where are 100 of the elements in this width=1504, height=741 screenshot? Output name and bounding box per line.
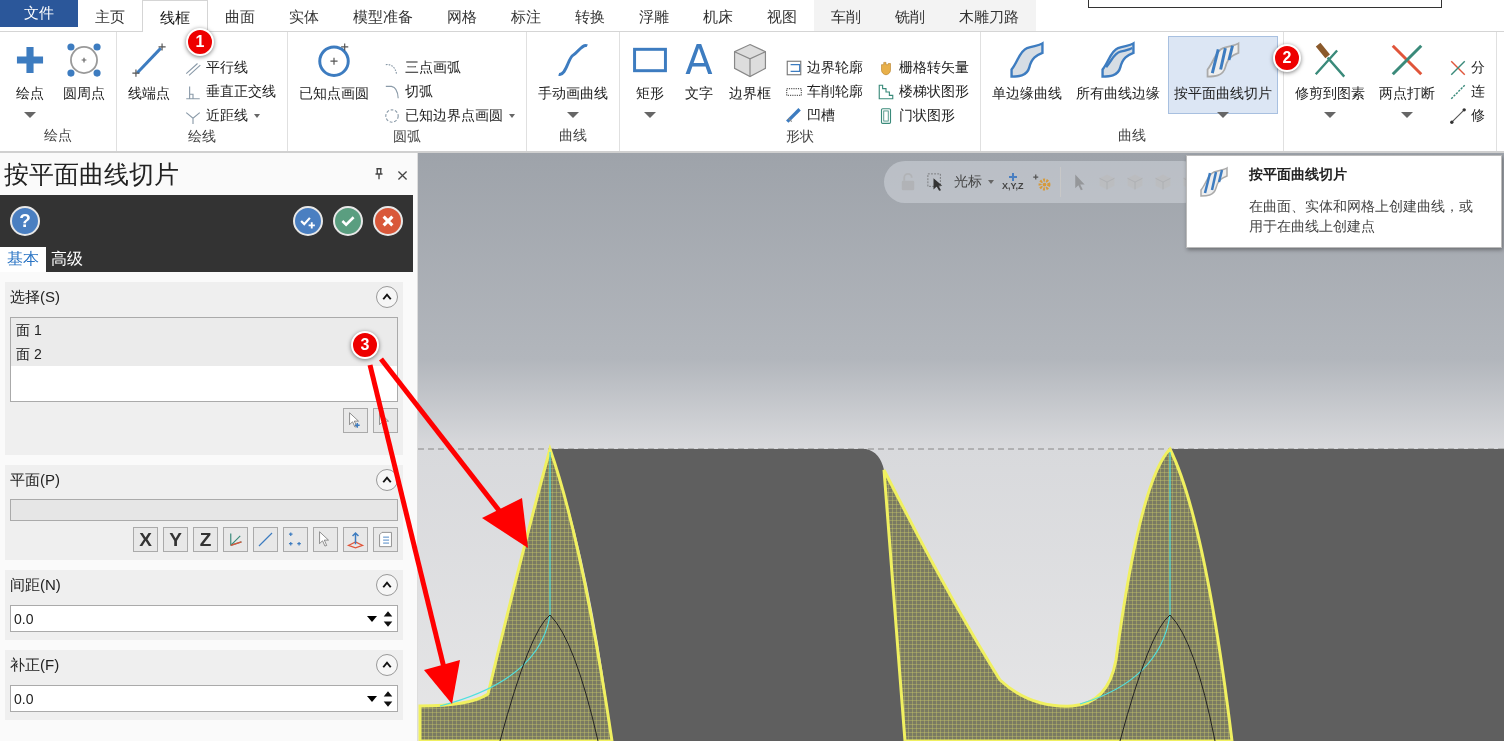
- ribbon-tab[interactable]: 浮雕: [622, 0, 686, 31]
- group-label: 圆弧: [392, 128, 422, 146]
- letter-icon: A: [684, 41, 714, 79]
- collapse-button[interactable]: [376, 574, 398, 596]
- ribbon-button[interactable]: 单边缘曲线: [986, 36, 1068, 114]
- ribbon-button[interactable]: 切弧: [377, 80, 521, 104]
- cancel-button[interactable]: [373, 206, 403, 236]
- ribbon-tab[interactable]: 铣削: [878, 0, 942, 31]
- line-icon: [256, 530, 275, 549]
- ribbon-tab[interactable]: 曲面: [208, 0, 272, 31]
- ribbon-button[interactable]: 分: [1443, 56, 1491, 80]
- ribbon-button[interactable]: 三点画弧: [377, 56, 521, 80]
- ribbon-tab[interactable]: 网格: [430, 0, 494, 31]
- ribbon-button[interactable]: 线端点: [122, 36, 176, 114]
- section-title: 补正(F): [10, 655, 60, 675]
- tangent-arc-icon: [383, 83, 401, 101]
- ok-button[interactable]: [333, 206, 363, 236]
- section-title: 选择(S): [10, 287, 60, 307]
- help-button[interactable]: ?: [10, 206, 40, 236]
- section-title: 平面(P): [10, 470, 60, 490]
- ribbon-button[interactable]: 所有曲线边缘: [1070, 36, 1166, 114]
- panel-title: 按平面曲线切片: [4, 158, 180, 190]
- ribbon-tab[interactable]: 实体: [272, 0, 336, 31]
- ribbon-button[interactable]: 边界轮廓: [779, 56, 869, 80]
- line-icon: [1449, 107, 1467, 125]
- ribbon-tab[interactable]: 线框: [142, 0, 208, 32]
- plane-tool-button[interactable]: [343, 527, 368, 552]
- panel-tab[interactable]: 高级: [46, 247, 88, 272]
- ribbon-button[interactable]: 修: [1443, 104, 1491, 128]
- collapse-button[interactable]: [376, 286, 398, 308]
- collapse-button[interactable]: [376, 469, 398, 491]
- caret-icon: [24, 112, 36, 118]
- ribbon-button[interactable]: 手动画曲线: [532, 36, 614, 114]
- caret-icon: [1401, 112, 1413, 118]
- add-pick-button[interactable]: [343, 408, 368, 433]
- axis-button[interactable]: Y: [163, 527, 188, 552]
- axis-button[interactable]: Z: [193, 527, 218, 552]
- plus-icon: [1008, 173, 1017, 181]
- caret-icon: [644, 112, 656, 118]
- plane-field[interactable]: [10, 499, 398, 521]
- perpendicular-icon: [184, 83, 202, 101]
- ribbon-button[interactable]: 平行线: [178, 56, 282, 80]
- caret-icon: [988, 180, 994, 184]
- profile-icon: [785, 59, 803, 77]
- plane-tool-button[interactable]: [373, 527, 398, 552]
- plane-tool-button[interactable]: [223, 527, 248, 552]
- collapse-button[interactable]: [376, 654, 398, 676]
- ribbon-button[interactable]: 楼梯状图形: [871, 80, 975, 104]
- circle-icon: [315, 41, 353, 79]
- cross-lines-icon: [1449, 59, 1467, 77]
- caret-icon: [567, 112, 579, 118]
- surface-icon: [1099, 41, 1137, 79]
- ribbon-button[interactable]: 已知点画圆: [293, 36, 375, 114]
- cursor-mode-dropdown[interactable]: 光标: [954, 173, 994, 191]
- ribbon-button[interactable]: A 文字: [677, 36, 721, 114]
- circle-points-icon: [65, 41, 103, 79]
- ribbon-tab[interactable]: 转换: [558, 0, 622, 31]
- tooltip-title: 按平面曲线切片: [1249, 166, 1348, 184]
- ribbon-tab[interactable]: 主页: [78, 0, 142, 31]
- document-icon: [376, 530, 395, 549]
- ribbon-button[interactable]: 圆周点: [57, 36, 111, 114]
- ribbon-button[interactable]: 绘点: [5, 36, 55, 114]
- ribbon-button[interactable]: 凹槽: [779, 104, 869, 128]
- group-label: 绘线: [187, 128, 217, 146]
- ribbon-button[interactable]: 垂直正交线: [178, 80, 282, 104]
- ribbon-button[interactable]: 门状图形: [871, 104, 975, 128]
- panel-tab[interactable]: 基本: [0, 247, 46, 272]
- axis-button[interactable]: X: [133, 527, 158, 552]
- ribbon-tab[interactable]: 标注: [494, 0, 558, 31]
- ribbon-tab[interactable]: 模型准备: [336, 0, 430, 31]
- coordinates-icon[interactable]: X,Y,Z: [1002, 173, 1024, 191]
- group-label: 曲线: [1117, 127, 1147, 145]
- ribbon-tab[interactable]: 视图: [750, 0, 814, 31]
- ribbon-button[interactable]: 已知边界点画圆: [377, 104, 521, 128]
- ribbon-tab[interactable]: 木雕刀路: [942, 0, 1036, 31]
- group-label: 形状: [785, 128, 815, 146]
- sliced-surface-icon: [1204, 41, 1242, 79]
- ribbon-button[interactable]: 边界框: [723, 36, 777, 114]
- surface-icon: [1008, 41, 1046, 79]
- ribbon-button[interactable]: 车削轮廓: [779, 80, 869, 104]
- dashed-line-icon: [1449, 83, 1467, 101]
- plane-tool-button[interactable]: [313, 527, 338, 552]
- apply-add-button[interactable]: [293, 206, 323, 236]
- ribbon-button[interactable]: 两点打断: [1373, 36, 1441, 114]
- ribbon-tab[interactable]: 文件: [0, 0, 78, 27]
- cube-icon: [731, 41, 769, 79]
- dashed-circle-icon: [383, 107, 401, 125]
- ribbon-button[interactable]: 矩形: [625, 36, 675, 114]
- number-field[interactable]: 0.0: [10, 685, 398, 712]
- caret-icon: [367, 695, 377, 702]
- ribbon-tab[interactable]: 机床: [686, 0, 750, 31]
- group-label: 绘点: [43, 127, 73, 145]
- prompt-field[interactable]: [1088, 0, 1442, 8]
- gear-icon: [1031, 172, 1052, 192]
- ribbon-tab[interactable]: 车削: [814, 0, 878, 31]
- ribbon-button[interactable]: 栅格转矢量: [871, 56, 975, 80]
- ribbon-button[interactable]: 连: [1443, 80, 1491, 104]
- caret-icon: [367, 615, 377, 622]
- number-field[interactable]: 0.0: [10, 605, 398, 632]
- ribbon-button[interactable]: 近距线: [178, 104, 282, 128]
